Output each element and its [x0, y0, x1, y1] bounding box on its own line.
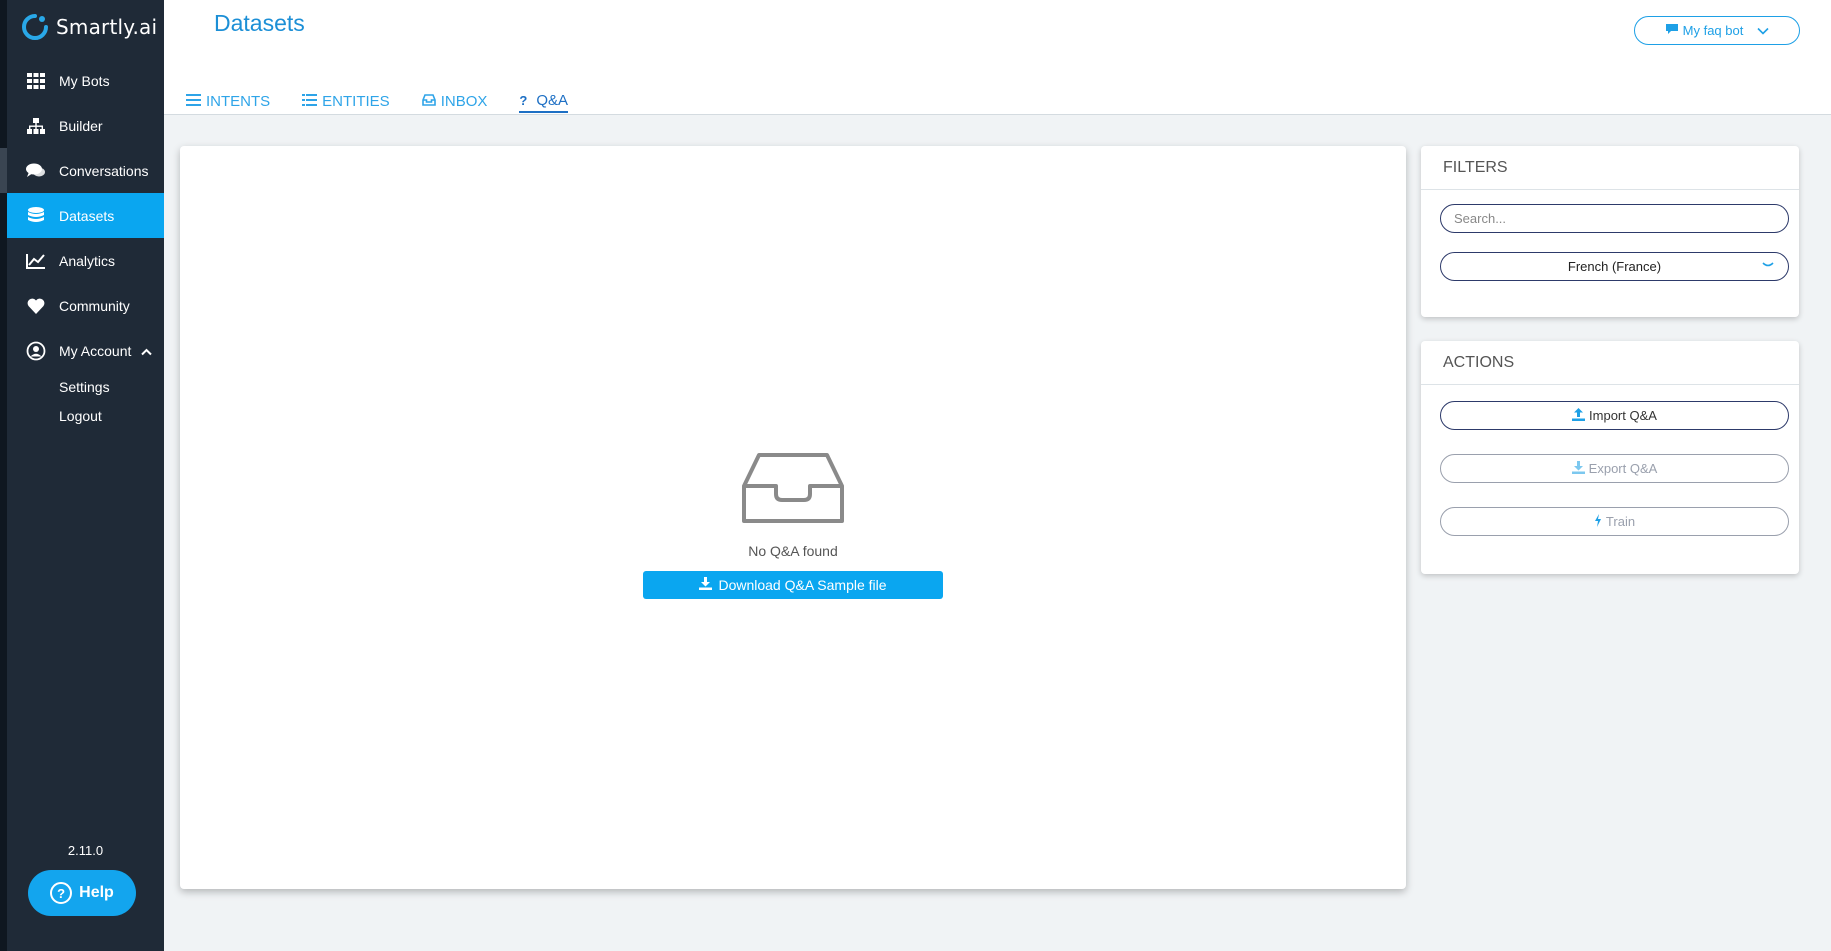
tab-label: ENTITIES [322, 93, 390, 110]
grid-icon [25, 70, 47, 92]
sidebar-item-label: My Account [59, 342, 132, 359]
search-placeholder: Search... [1454, 211, 1507, 226]
chevron-down-icon [1757, 23, 1769, 38]
import-qa-label: Import Q&A [1589, 408, 1657, 423]
list-icon [302, 93, 318, 110]
filters-panel: FILTERS Search... French (France) [1421, 146, 1799, 317]
download-icon [1571, 460, 1585, 477]
tab-qa[interactable]: ? Q&A [519, 92, 569, 113]
tab-label: INBOX [440, 93, 488, 110]
chevron-up-icon [141, 343, 152, 359]
sidebar-item-builder[interactable]: Builder [7, 103, 164, 148]
sidebar-item-analytics[interactable]: Analytics [7, 238, 164, 283]
download-sample-button[interactable]: Download Q&A Sample file [643, 571, 943, 599]
download-sample-label: Download Q&A Sample file [718, 577, 887, 593]
train-button[interactable]: Train [1440, 507, 1789, 536]
sidebar-item-my-account[interactable]: My Account [7, 328, 164, 373]
sidebar-item-my-bots[interactable]: My Bots [7, 58, 164, 103]
header: Datasets My faq bot INTENTS ENTITIES INB [164, 0, 1831, 115]
chart-line-icon [25, 250, 47, 272]
filters-title: FILTERS [1421, 146, 1799, 190]
sidebar-item-label: Datasets [59, 207, 115, 224]
empty-message: No Q&A found [748, 543, 838, 559]
empty-state: No Q&A found Download Q&A Sample file [180, 452, 1406, 599]
sidebar-item-label: Community [59, 297, 130, 314]
sidebar-item-label: Analytics [59, 252, 116, 269]
bot-selector[interactable]: My faq bot [1634, 16, 1800, 45]
sidebar-item-label: My Bots [59, 72, 110, 89]
brand-logo[interactable]: Smartly.ai™ [20, 12, 171, 42]
language-value: French (France) [1567, 259, 1662, 274]
empty-inbox-icon [741, 452, 845, 527]
question-icon: ? [519, 93, 528, 108]
sidebar-item-community[interactable]: Community [7, 283, 164, 328]
chat-icon [1665, 23, 1679, 38]
comments-icon [25, 160, 47, 182]
sidebar: Smartly.ai™ My Bots Builder Conversation… [0, 0, 171, 951]
smartly-logo-icon [22, 14, 48, 40]
sidebar-item-datasets[interactable]: Datasets [7, 193, 164, 238]
sitemap-icon [25, 115, 47, 137]
tab-label: Q&A [536, 92, 569, 109]
sidebar-nav: My Bots Builder Conversations Datasets A… [0, 58, 164, 431]
tab-inbox[interactable]: INBOX [421, 92, 488, 113]
brand-name: Smartly.ai [56, 15, 158, 39]
import-qa-button[interactable]: Import Q&A [1440, 401, 1789, 430]
language-select[interactable]: French (France) [1440, 252, 1789, 281]
dataset-tabs: INTENTS ENTITIES INBOX ? Q&A [186, 92, 600, 113]
inbox-icon [421, 93, 436, 110]
export-qa-button[interactable]: Export Q&A [1440, 454, 1789, 483]
page-title: Datasets [214, 10, 305, 36]
upload-icon [1572, 407, 1586, 424]
sidebar-item-settings[interactable]: Settings [59, 373, 164, 402]
tab-intents[interactable]: INTENTS [186, 92, 270, 113]
user-circle-icon [25, 340, 47, 362]
app-version: 2.11.0 [67, 843, 104, 858]
actions-title: ACTIONS [1421, 341, 1799, 385]
tab-label: INTENTS [206, 93, 271, 110]
download-icon [699, 577, 713, 593]
qa-list-card: No Q&A found Download Q&A Sample file [180, 146, 1406, 889]
question-circle-icon: ? [50, 882, 73, 904]
chevron-down-icon [1762, 257, 1774, 272]
bolt-icon [1594, 513, 1602, 530]
sidebar-item-label: Builder [59, 117, 103, 134]
train-label: Train [1605, 514, 1636, 529]
bot-selector-label: My faq bot [1682, 23, 1744, 38]
search-input[interactable]: Search... [1440, 204, 1789, 233]
sidebar-item-logout[interactable]: Logout [59, 402, 164, 431]
help-label: Help [79, 884, 114, 901]
heart-icon [25, 295, 47, 317]
tab-entities[interactable]: ENTITIES [302, 92, 390, 113]
help-button[interactable]: ? Help [28, 870, 136, 916]
export-qa-label: Export Q&A [1588, 461, 1658, 476]
database-icon [25, 205, 47, 227]
account-submenu: Settings Logout [7, 373, 164, 431]
list-icon [186, 93, 201, 110]
actions-panel: ACTIONS Import Q&A Export Q&A Train [1421, 341, 1799, 574]
sidebar-item-conversations[interactable]: Conversations [0, 148, 164, 193]
sidebar-item-label: Conversations [59, 162, 149, 179]
